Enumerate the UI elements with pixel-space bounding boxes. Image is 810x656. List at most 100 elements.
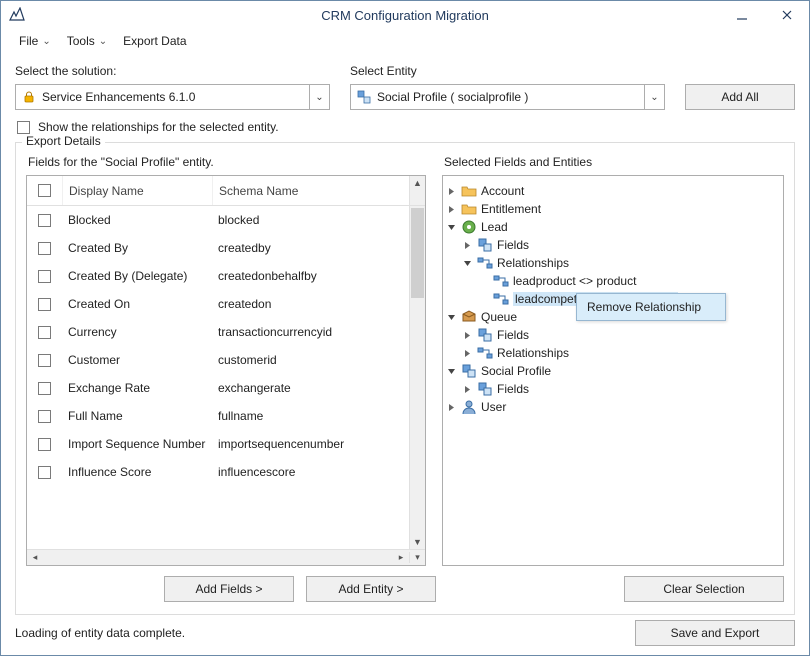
cell-schema-name: customerid	[212, 353, 409, 367]
add-entity-button[interactable]: Add Entity >	[306, 576, 436, 602]
row-checkbox[interactable]	[38, 214, 51, 227]
row-checkbox[interactable]	[38, 382, 51, 395]
expand-icon[interactable]	[463, 331, 473, 340]
solution-dropdown-value: Service Enhancements 6.1.0	[42, 90, 195, 104]
row-checkbox[interactable]	[38, 326, 51, 339]
table-row[interactable]: Import Sequence Numberimportsequencenumb…	[27, 430, 409, 458]
close-button[interactable]	[764, 1, 809, 29]
horizontal-scrollbar[interactable]: ◂ ▸ ▾	[27, 549, 425, 565]
expand-icon[interactable]	[447, 403, 457, 412]
chevron-down-icon: ⌄	[644, 85, 664, 109]
cell-display-name: Currency	[62, 325, 212, 339]
solution-dropdown[interactable]: Service Enhancements 6.1.0 ⌄	[15, 84, 330, 110]
table-row[interactable]: Influence Scoreinfluencescore	[27, 458, 409, 486]
tree-social-fields[interactable]: Fields	[447, 380, 779, 398]
add-fields-button[interactable]: Add Fields >	[164, 576, 294, 602]
tree-lead-fields[interactable]: Fields	[447, 236, 779, 254]
fields-for-label: Fields for the "Social Profile" entity.	[28, 155, 426, 169]
row-checkbox[interactable]	[38, 242, 51, 255]
entity-icon	[357, 90, 371, 104]
rel-icon	[477, 255, 493, 271]
col-schema-name[interactable]: Schema Name	[212, 176, 409, 205]
collapse-icon[interactable]	[463, 259, 473, 268]
clear-selection-label: Clear Selection	[663, 582, 744, 596]
scroll-up-icon[interactable]: ▲	[410, 176, 425, 190]
select-all-checkbox[interactable]	[38, 184, 51, 197]
expand-icon[interactable]	[463, 385, 473, 394]
export-details-legend: Export Details	[22, 134, 105, 148]
scroll-down-icon[interactable]: ▾	[409, 552, 425, 563]
rel-icon	[477, 345, 493, 361]
entity-dropdown[interactable]: Social Profile ( socialprofile ) ⌄	[350, 84, 665, 110]
cell-schema-name: importsequencenumber	[212, 437, 409, 451]
scroll-down-icon[interactable]: ▼	[410, 535, 425, 549]
save-and-export-button[interactable]: Save and Export	[635, 620, 795, 646]
tree-lead[interactable]: Lead	[447, 218, 779, 236]
scroll-left-icon[interactable]: ◂	[27, 552, 43, 563]
expand-icon[interactable]	[463, 241, 473, 250]
minimize-button[interactable]	[719, 1, 764, 29]
add-all-button[interactable]: Add All	[685, 84, 795, 110]
tree-item-label: Fields	[497, 382, 529, 396]
tree-lead-relationships[interactable]: Relationships	[447, 254, 779, 272]
menu-file[interactable]: File⌄	[13, 32, 57, 50]
vertical-scrollbar[interactable]: ▲	[409, 176, 425, 205]
tree-item-label: Relationships	[497, 256, 569, 270]
cell-display-name: Blocked	[62, 213, 212, 227]
tree-rel-leadproduct[interactable]: leadproduct <> product	[447, 272, 779, 290]
entity-dropdown-value: Social Profile ( socialprofile )	[377, 90, 528, 104]
table-row[interactable]: Blockedblocked	[27, 206, 409, 234]
row-checkbox[interactable]	[38, 354, 51, 367]
scroll-thumb[interactable]	[411, 208, 424, 298]
collapse-icon[interactable]	[447, 367, 457, 376]
show-relationships-checkbox[interactable]	[17, 121, 30, 134]
tree-item-label: User	[481, 400, 506, 414]
table-row[interactable]: Full Namefullname	[27, 402, 409, 430]
vertical-scrollbar[interactable]: ▼	[409, 206, 425, 549]
menu-file-label: File	[19, 34, 38, 48]
tree-entitlement[interactable]: Entitlement	[447, 200, 779, 218]
row-checkbox[interactable]	[38, 466, 51, 479]
row-checkbox[interactable]	[38, 438, 51, 451]
tree-item-label: Fields	[497, 328, 529, 342]
selected-fe-label: Selected Fields and Entities	[444, 155, 784, 169]
cell-schema-name: influencescore	[212, 465, 409, 479]
remove-relationship-item[interactable]: Remove Relationship	[577, 294, 725, 320]
entity-icon	[477, 381, 493, 397]
scroll-right-icon[interactable]: ▸	[393, 552, 409, 563]
collapse-icon[interactable]	[447, 313, 457, 322]
window-title: CRM Configuration Migration	[1, 8, 809, 23]
row-checkbox[interactable]	[38, 270, 51, 283]
collapse-icon[interactable]	[447, 223, 457, 232]
tree-queue-fields[interactable]: Fields	[447, 326, 779, 344]
expand-icon[interactable]	[447, 187, 457, 196]
table-row[interactable]: Currencytransactioncurrencyid	[27, 318, 409, 346]
cell-display-name: Import Sequence Number	[62, 437, 212, 451]
tree-user[interactable]: User	[447, 398, 779, 416]
menu-bar: File⌄ Tools⌄ Export Data	[1, 29, 809, 53]
cell-schema-name: exchangerate	[212, 381, 409, 395]
tree-item-label: Lead	[481, 220, 508, 234]
expand-icon[interactable]	[447, 205, 457, 214]
tree-account[interactable]: Account	[447, 182, 779, 200]
row-checkbox[interactable]	[38, 298, 51, 311]
clear-selection-button[interactable]: Clear Selection	[624, 576, 784, 602]
tree-item-label: Entitlement	[481, 202, 541, 216]
menu-export-label: Export Data	[123, 34, 186, 48]
show-relationships-label: Show the relationships for the selected …	[38, 120, 279, 134]
tree-item-label: Account	[481, 184, 524, 198]
tree-queue-relationships[interactable]: Relationships	[447, 344, 779, 362]
table-row[interactable]: Customercustomerid	[27, 346, 409, 374]
tree-item-label: Queue	[481, 310, 517, 324]
select-entity-label: Select Entity	[350, 64, 665, 78]
menu-tools[interactable]: Tools⌄	[61, 32, 113, 50]
expand-icon[interactable]	[463, 349, 473, 358]
menu-export-data[interactable]: Export Data	[117, 32, 192, 50]
table-row[interactable]: Created By (Delegate)createdonbehalfby	[27, 262, 409, 290]
table-row[interactable]: Created Bycreatedby	[27, 234, 409, 262]
row-checkbox[interactable]	[38, 410, 51, 423]
tree-social-profile[interactable]: Social Profile	[447, 362, 779, 380]
col-display-name[interactable]: Display Name	[62, 176, 212, 205]
table-row[interactable]: Exchange Rateexchangerate	[27, 374, 409, 402]
table-row[interactable]: Created Oncreatedon	[27, 290, 409, 318]
